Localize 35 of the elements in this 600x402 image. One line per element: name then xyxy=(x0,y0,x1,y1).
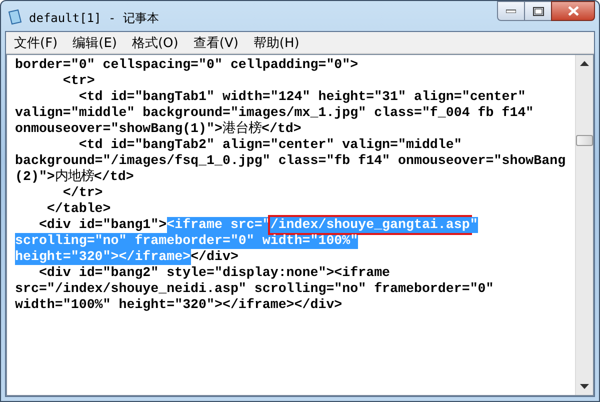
menu-item[interactable]: 编辑(E) xyxy=(66,32,123,52)
code-line: onmouseover="showBang(1)">港台榜</td> xyxy=(15,121,302,137)
code-text: </div> xyxy=(190,249,238,265)
down-arrow-icon xyxy=(580,384,589,389)
code-line: background="/images/fsq_1_0.jpg" class="fb f14" onmouseover="showBang xyxy=(15,153,566,168)
marked-code: /index/shouye_gangtai.asp xyxy=(270,217,470,233)
menu-item[interactable]: 格式(O) xyxy=(126,32,184,52)
menu-item[interactable]: 查看(V) xyxy=(187,32,244,52)
minimize-icon xyxy=(506,9,516,13)
code-line: </table> xyxy=(46,201,111,217)
notepad-icon xyxy=(7,9,23,25)
code-line: </tr> xyxy=(62,185,103,201)
code-line: <td id="bangTab2" align="center" valign="middle" xyxy=(78,137,462,153)
code-line: border="0" cellspacing="0" cellpadding="0"> xyxy=(15,57,358,73)
code-line: <tr> xyxy=(62,73,95,89)
window-title: default[1] - 记事本 xyxy=(29,10,160,27)
maximize-button[interactable] xyxy=(524,1,551,21)
code-line: width="100%" height="320"></iframe></div> xyxy=(15,297,342,313)
minimize-button[interactable] xyxy=(497,1,524,21)
maximize-icon xyxy=(532,6,544,16)
close-button[interactable] xyxy=(551,1,595,21)
menu-item[interactable]: 文件(F) xyxy=(8,32,64,52)
code-text: height="320"></iframe> xyxy=(15,249,191,265)
menu-item[interactable]: 帮助(H) xyxy=(247,32,306,52)
close-icon xyxy=(568,6,578,16)
scroll-thumb[interactable] xyxy=(576,134,593,146)
code-line: (2)">内地榜</td> xyxy=(15,169,134,185)
code-line: <td id="bangTab1" width="124" height="31" align="center" xyxy=(78,89,526,105)
up-arrow-icon xyxy=(580,61,589,66)
scrollbar[interactable] xyxy=(575,55,593,395)
code-line: <div id="bang2" style="display:none"><iframe xyxy=(38,265,390,281)
code-text: <iframe src=" xyxy=(166,217,270,233)
code-line: valign="middle" background="images/mx_1.jpg" class="f_004 fb f14" xyxy=(15,105,534,120)
code-text: <div id="bang1"> xyxy=(38,217,167,233)
code-line: src="/index/shouye_neidi.asp" scrolling="no" frameborder="0" xyxy=(15,281,494,297)
